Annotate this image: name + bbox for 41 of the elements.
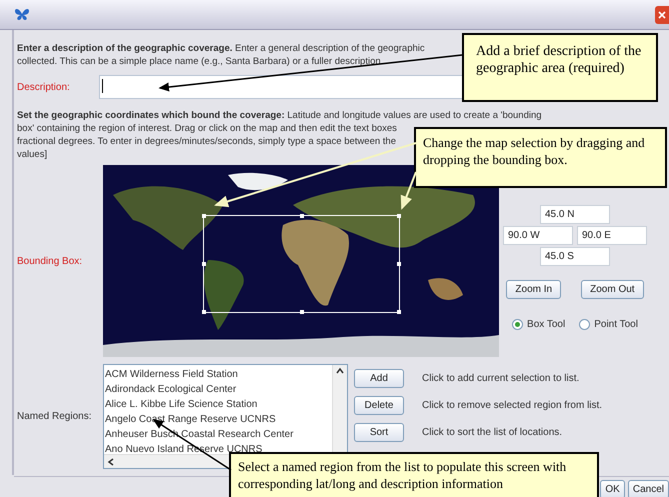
instruction-text: box' containing the region of interest. Drag or click on the map and then edit the text boxes — [17, 122, 397, 135]
bounding-box-selection[interactable] — [203, 215, 400, 313]
list-action-button[interactable]: Add — [354, 369, 404, 388]
radio-button[interactable] — [579, 319, 590, 330]
region-list-item[interactable]: ACM Wilderness Field Station — [105, 367, 238, 382]
close-button[interactable] — [655, 6, 669, 24]
vertical-scrollbar[interactable] — [332, 365, 347, 455]
zoom-out-button[interactable]: Zoom Out — [581, 280, 644, 299]
instruction-text: values] — [17, 148, 48, 161]
list-action-button[interactable]: Delete — [354, 396, 404, 415]
instruction-text: Enter a description of the geographic coverage. Enter a general description of the geographic — [17, 42, 425, 55]
radio-label: Point Tool — [594, 318, 638, 332]
world-map-drawing[interactable] — [103, 165, 499, 357]
field-label: Named Regions: — [17, 410, 92, 424]
field-label: Description: — [17, 80, 71, 94]
east-field[interactable]: 90.0 E — [577, 226, 647, 245]
south-field[interactable]: 45.0 S — [540, 247, 610, 266]
region-list-item[interactable]: Adirondack Ecological Center — [105, 382, 236, 397]
callout-tooltip: Select a named region from the list to populate this screen with corresponding lat/long and description information — [229, 452, 599, 497]
callout-tooltip: Add a brief description of the geographic area (required) — [462, 33, 658, 102]
callout-tooltip: Change the map selection by dragging and dropping the bounding box. — [414, 127, 667, 188]
region-list-item[interactable]: Anheuser Busch Coastal Research Center — [105, 427, 294, 442]
zoom-in-button[interactable]: Zoom In — [506, 280, 562, 299]
dialog-button[interactable]: Cancel — [628, 480, 669, 497]
instruction-text: collected. This can be a simple place name (e.g., Santa Barbara) or a fuller description. — [17, 55, 384, 68]
radio-button[interactable] — [512, 319, 524, 330]
list-action-button[interactable]: Sort — [354, 423, 404, 442]
region-list-item[interactable]: Alice L. Kibbe Life Science Station — [105, 397, 258, 412]
scroll-left-icon — [106, 456, 116, 466]
instruction-text: fractional degrees. To enter in degrees/minutes/seconds, simply type a space between the — [17, 135, 396, 148]
action-hint: Click to add current selection to list. — [422, 372, 580, 386]
close-icon — [658, 10, 666, 18]
field-label: Bounding Box: — [17, 254, 82, 268]
action-hint: Click to sort the list of locations. — [422, 426, 562, 440]
dialog-button[interactable]: OK — [600, 480, 625, 497]
north-field[interactable]: 45.0 N — [540, 205, 610, 224]
action-hint: Click to remove selected region from list. — [422, 399, 602, 413]
west-field[interactable]: 90.0 W — [503, 226, 573, 245]
instruction-text: Set the geographic coordinates which bound the coverage: Latitude and longitude values are used to create a 'bounding — [17, 109, 542, 122]
butterfly-icon — [14, 8, 30, 21]
radio-label: Box Tool — [527, 318, 566, 332]
